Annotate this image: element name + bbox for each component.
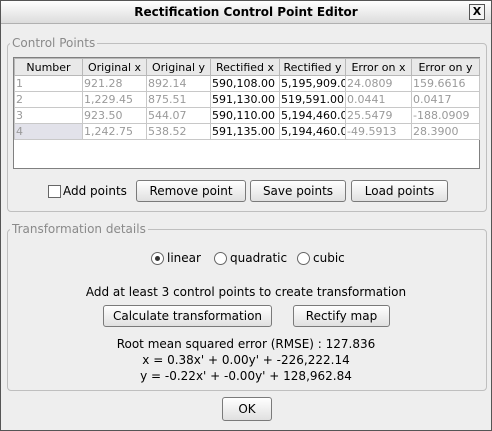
cell-error-x[interactable]: -49.5913	[345, 123, 412, 140]
transformation-hint: Add at least 3 control points to create …	[85, 285, 407, 299]
cell-error-y[interactable]: -188.0909	[411, 107, 480, 124]
dialog-window: Rectification Control Point Editor X Con…	[0, 0, 492, 431]
window-title: Rectification Control Point Editor	[134, 5, 358, 19]
save-points-button[interactable]: Save points	[250, 180, 346, 202]
radio-cubic[interactable]	[297, 252, 310, 265]
rectify-map-button[interactable]: Rectify map	[293, 305, 390, 327]
cell-number[interactable]: 3	[14, 107, 83, 124]
table-row[interactable]: 4 1,242.75 538.52 591,135.00 5,194,460.0…	[14, 123, 480, 140]
equation-x: x = 0.38x' + 0.00y' + -226,222.14	[142, 353, 350, 367]
add-points-checkbox[interactable]	[48, 185, 61, 198]
load-points-button[interactable]: Load points	[351, 180, 448, 202]
cell-error-y[interactable]: 159.6616	[411, 75, 480, 92]
control-points-legend: Control Points	[12, 36, 96, 50]
column-header-rectified-y[interactable]: Rectified y	[279, 58, 346, 76]
cell-rectified-y[interactable]: 519,591.00	[279, 91, 346, 108]
add-points-label: Add points	[63, 184, 127, 198]
rmse-text: Root mean squared error (RMSE) : 127.836	[116, 337, 376, 351]
cell-error-y[interactable]: 28.3900	[411, 123, 480, 140]
remove-point-button[interactable]: Remove point	[136, 180, 246, 202]
equation-y: y = -0.22x' + -0.00y' + 128,962.84	[140, 369, 352, 383]
close-button[interactable]: X	[469, 4, 485, 20]
cell-rectified-x[interactable]: 591,130.00	[210, 91, 280, 108]
column-header-error-x[interactable]: Error on x	[345, 58, 412, 76]
cell-original-x[interactable]: 923.50	[82, 107, 147, 124]
radio-linear-label[interactable]: linear	[167, 251, 201, 265]
title-bar[interactable]: Rectification Control Point Editor X	[1, 1, 491, 24]
cell-original-x[interactable]: 921.28	[82, 75, 147, 92]
radio-linear[interactable]	[151, 252, 164, 265]
cell-rectified-y[interactable]: 5,194,460.0	[279, 107, 346, 124]
cell-error-x[interactable]: 0.0441	[345, 91, 412, 108]
radio-quadratic[interactable]	[214, 252, 227, 265]
cell-error-x[interactable]: 24.0809	[345, 75, 412, 92]
calculate-transformation-button[interactable]: Calculate transformation	[103, 305, 272, 327]
cell-original-x[interactable]: 1,229.45	[82, 91, 147, 108]
cell-error-y[interactable]: 0.0417	[411, 91, 480, 108]
cell-original-y[interactable]: 875.51	[146, 91, 211, 108]
column-header-error-y[interactable]: Error on y	[411, 58, 480, 76]
column-header-original-x[interactable]: Original x	[82, 58, 147, 76]
cell-original-y[interactable]: 544.07	[146, 107, 211, 124]
cell-rectified-x[interactable]: 590,110.00	[210, 107, 280, 124]
cell-rectified-x[interactable]: 590,108.00	[210, 75, 280, 92]
cell-rectified-y[interactable]: 5,195,909.0	[279, 75, 346, 92]
radio-quadratic-label[interactable]: quadratic	[230, 251, 287, 265]
table-header-row: Number Original x Original y Rectified x…	[14, 58, 480, 76]
cell-original-y[interactable]: 538.52	[146, 123, 211, 140]
cell-error-x[interactable]: 25.5479	[345, 107, 412, 124]
transformation-legend: Transformation details	[12, 222, 146, 236]
table-row[interactable]: 3 923.50 544.07 590,110.00 5,194,460.0 2…	[14, 107, 480, 124]
table-row[interactable]: 1 921.28 892.14 590,108.00 5,195,909.0 2…	[14, 75, 480, 92]
ok-button[interactable]: OK	[222, 397, 272, 421]
radio-cubic-label[interactable]: cubic	[313, 251, 345, 265]
table-row[interactable]: 2 1,229.45 875.51 591,130.00 519,591.00 …	[14, 91, 480, 108]
radio-selected-dot	[155, 256, 160, 261]
column-header-original-y[interactable]: Original y	[146, 58, 211, 76]
cell-number[interactable]: 1	[14, 75, 83, 92]
cell-number[interactable]: 4	[14, 123, 83, 140]
cell-original-y[interactable]: 892.14	[146, 75, 211, 92]
column-header-number[interactable]: Number	[14, 58, 83, 76]
column-header-rectified-x[interactable]: Rectified x	[210, 58, 280, 76]
control-points-table[interactable]: Number Original x Original y Rectified x…	[13, 57, 480, 169]
cell-original-x[interactable]: 1,242.75	[82, 123, 147, 140]
cell-number[interactable]: 2	[14, 91, 83, 108]
cell-rectified-y[interactable]: 5,194,460.0	[279, 123, 346, 140]
cell-rectified-x[interactable]: 591,135.00	[210, 123, 280, 140]
